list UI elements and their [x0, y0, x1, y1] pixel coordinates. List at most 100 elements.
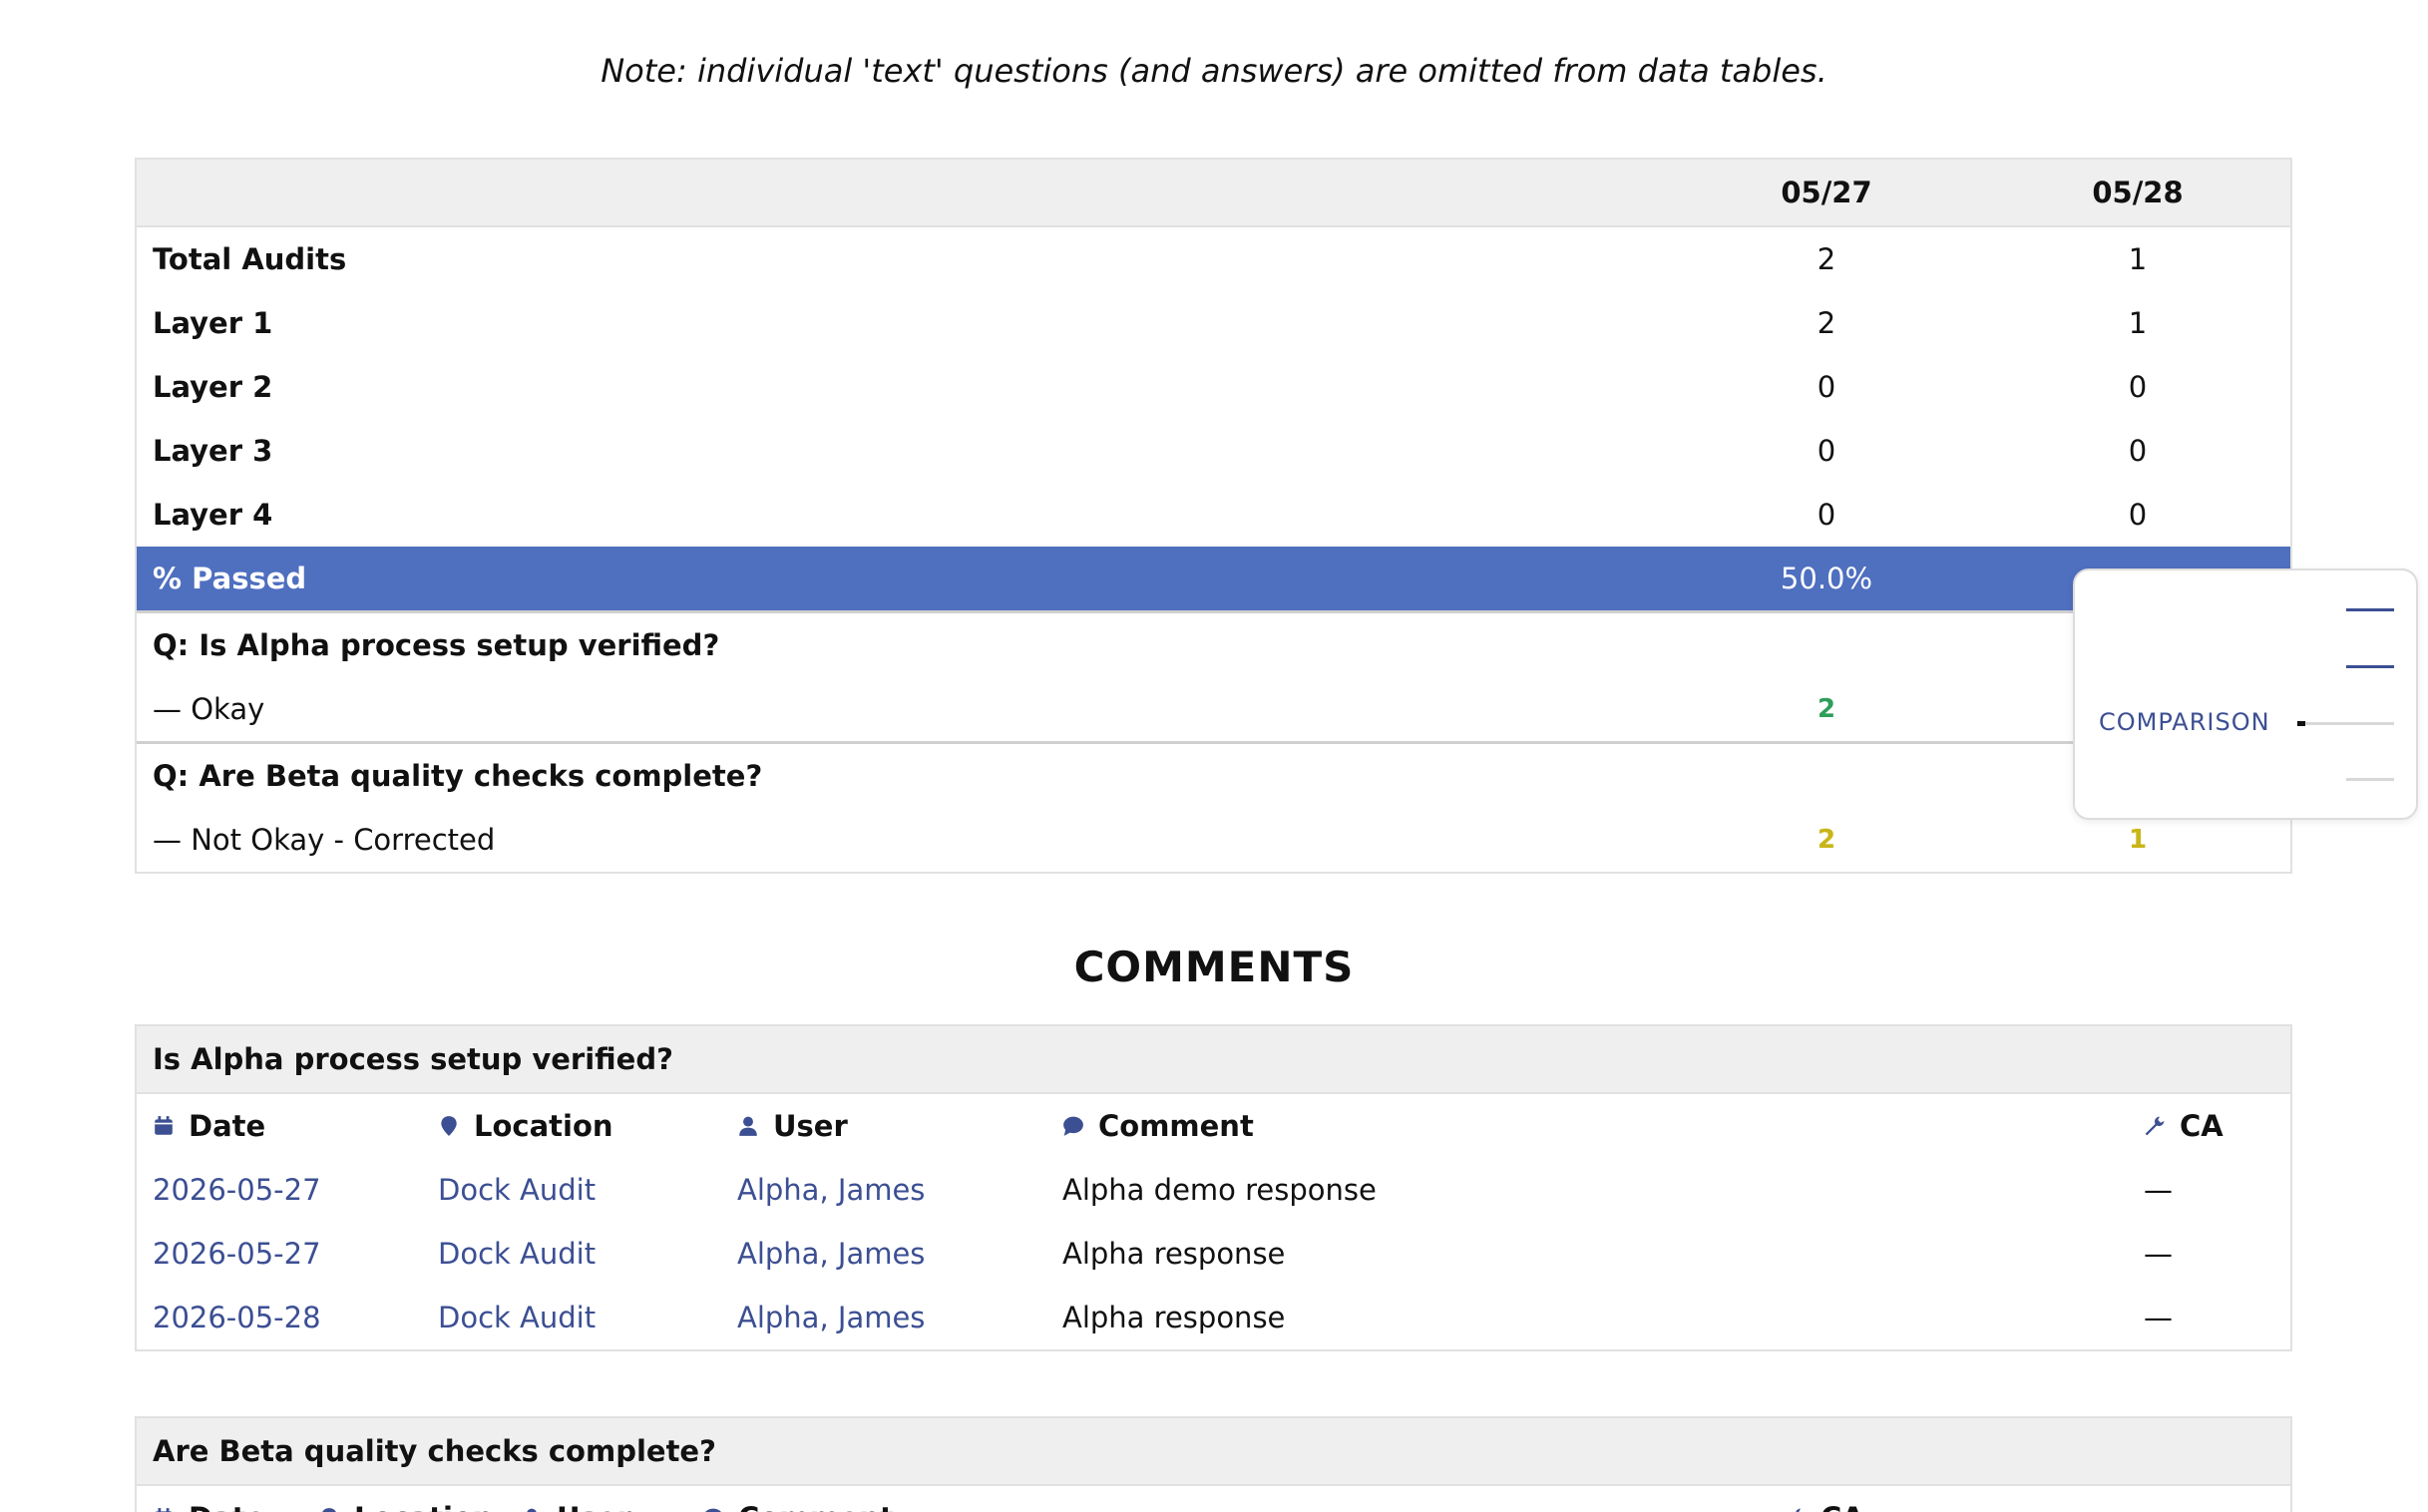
summary-row-total-audits: Total Audits 2 1 — [137, 227, 2290, 291]
comment-user-link[interactable]: Alpha, James — [737, 1222, 925, 1286]
comment-ca: — — [2144, 1173, 2173, 1207]
answer-label: — Okay — [153, 692, 265, 726]
comment-ca: — — [2144, 1237, 2173, 1271]
cell-value: 0 — [2128, 370, 2148, 404]
comment-text: Alpha response — [1062, 1237, 1286, 1271]
row-label: Layer 1 — [153, 306, 273, 340]
answer-row: — Not Okay - Corrected 2 1 — [137, 808, 2290, 872]
cell-value: 50.0% — [1780, 562, 1873, 595]
user-icon — [521, 1507, 543, 1512]
question-label: Q: Is Alpha process setup verified? — [153, 628, 720, 662]
row-label: Layer 2 — [153, 370, 273, 404]
cell-value: 0 — [2128, 434, 2148, 468]
question-label: Q: Are Beta quality checks complete? — [153, 759, 763, 793]
header-ca-label: CA — [2180, 1109, 2224, 1143]
column-header-date-1: 05/27 — [1781, 176, 1872, 209]
header-location[interactable]: Location — [438, 1094, 613, 1158]
question-row: Q: Is Alpha process setup verified? — [137, 613, 2290, 677]
comment-icon — [702, 1507, 724, 1512]
answer-count-corrected[interactable]: 1 — [2038, 825, 2237, 855]
header-ca[interactable]: CA — [1785, 1486, 1864, 1512]
comparison-label: COMPARISON — [2099, 708, 2270, 736]
table-row: 2026-05-27 Dock Audit Alpha, James Alpha… — [137, 1158, 2290, 1222]
comment-group-title: Are Beta quality checks complete? — [137, 1418, 2290, 1486]
table-row: 2026-05-28 Dock Audit Alpha, James Alpha… — [137, 1286, 2290, 1349]
summary-row-percent-passed: % Passed 50.0% — [137, 547, 2290, 613]
header-location[interactable]: Location — [318, 1486, 494, 1512]
header-date-label: Date — [189, 1501, 265, 1512]
cell-value: 1 — [2128, 306, 2148, 340]
header-comment-label: Comment — [1098, 1109, 1254, 1143]
comment-group-title: Is Alpha process setup verified? — [137, 1026, 2290, 1094]
comment-location-link[interactable]: Dock Audit — [438, 1286, 596, 1349]
cell-value: 0 — [1817, 370, 1836, 404]
map-pin-icon — [438, 1115, 460, 1137]
answer-label: — Not Okay - Corrected — [153, 823, 496, 857]
answer-row: — Okay 2 — [137, 677, 2290, 741]
report-page: Note: individual 'text' questions (and a… — [0, 0, 2428, 1512]
comments-heading: COMMENTS — [1073, 943, 1355, 991]
header-date[interactable]: Date — [153, 1094, 265, 1158]
comments-header-row: Date Location User Comment — [137, 1094, 2290, 1158]
summary-row-layer-4: Layer 4 0 0 — [137, 483, 2290, 547]
header-ca[interactable]: CA — [2144, 1094, 2224, 1158]
calendar-icon — [153, 1507, 175, 1512]
table-row: 2026-05-27 Dock Audit Alpha, James Alpha… — [137, 1222, 2290, 1286]
row-label: Layer 4 — [153, 498, 273, 532]
comment-date-link[interactable]: 2026-05-27 — [153, 1158, 321, 1222]
summary-header-row: 05/27 05/28 — [137, 160, 2290, 227]
series-line-swatch — [2346, 778, 2394, 781]
comment-date-link[interactable]: 2026-05-27 — [153, 1222, 321, 1286]
header-date[interactable]: Date — [153, 1486, 265, 1512]
header-user-label: User — [773, 1109, 848, 1143]
comment-date-link[interactable]: 2026-05-28 — [153, 1286, 321, 1349]
calendar-icon — [153, 1115, 175, 1137]
row-label: Total Audits — [153, 242, 347, 276]
header-comment[interactable]: Comment — [702, 1486, 894, 1512]
answer-count-okay[interactable]: 2 — [1727, 694, 1926, 724]
summary-row-layer-3: Layer 3 0 0 — [137, 419, 2290, 483]
comparison-popover[interactable]: COMPARISON — [2073, 568, 2418, 820]
wrench-icon — [2144, 1115, 2166, 1137]
row-label: Layer 3 — [153, 434, 273, 468]
comments-header-row: Date Location User Comment — [137, 1486, 2290, 1512]
header-user[interactable]: User — [737, 1094, 848, 1158]
answer-count-corrected[interactable]: 2 — [1727, 825, 1926, 855]
header-user[interactable]: User — [521, 1486, 631, 1512]
header-comment-label: Comment — [738, 1501, 894, 1512]
summary-row-layer-1: Layer 1 2 1 — [137, 291, 2290, 355]
cell-value: 2 — [1817, 306, 1836, 340]
comparison-slider-track[interactable] — [2297, 722, 2394, 725]
cell-value: 0 — [1817, 434, 1836, 468]
header-comment[interactable]: Comment — [1062, 1094, 1254, 1158]
column-header-date-2: 05/28 — [2092, 176, 2184, 209]
comment-user-link[interactable]: Alpha, James — [737, 1286, 925, 1349]
comments-table: Is Alpha process setup verified? Date Lo… — [135, 1024, 2292, 1351]
user-icon — [737, 1115, 759, 1137]
omitted-text-note: Note: individual 'text' questions (and a… — [601, 52, 1827, 90]
comment-user-link[interactable]: Alpha, James — [737, 1158, 925, 1222]
cell-value: 1 — [2128, 242, 2148, 276]
row-label: % Passed — [153, 562, 307, 595]
header-user-label: User — [557, 1501, 631, 1512]
header-ca-label: CA — [1821, 1501, 1864, 1512]
comment-location-link[interactable]: Dock Audit — [438, 1222, 596, 1286]
summary-table: 05/27 05/28 Total Audits 2 1 Layer 1 2 1… — [135, 158, 2292, 874]
map-pin-icon — [318, 1507, 340, 1512]
cell-value: 2 — [1817, 242, 1836, 276]
question-row: Q: Are Beta quality checks complete? — [137, 741, 2290, 808]
comment-text: Alpha response — [1062, 1301, 1286, 1334]
cell-value: 0 — [1817, 498, 1836, 532]
comment-ca: — — [2144, 1301, 2173, 1334]
comment-location-link[interactable]: Dock Audit — [438, 1158, 596, 1222]
header-location-label: Location — [474, 1109, 613, 1143]
series-line-swatch — [2346, 665, 2394, 668]
comment-text: Alpha demo response — [1062, 1173, 1377, 1207]
comment-icon — [1062, 1115, 1084, 1137]
header-location-label: Location — [354, 1501, 494, 1512]
comparison-slider-handle[interactable] — [2297, 721, 2305, 726]
summary-row-layer-2: Layer 2 0 0 — [137, 355, 2290, 419]
header-date-label: Date — [189, 1109, 266, 1143]
cell-value: 0 — [2128, 498, 2148, 532]
comments-table: Are Beta quality checks complete? Date L… — [135, 1416, 2292, 1512]
